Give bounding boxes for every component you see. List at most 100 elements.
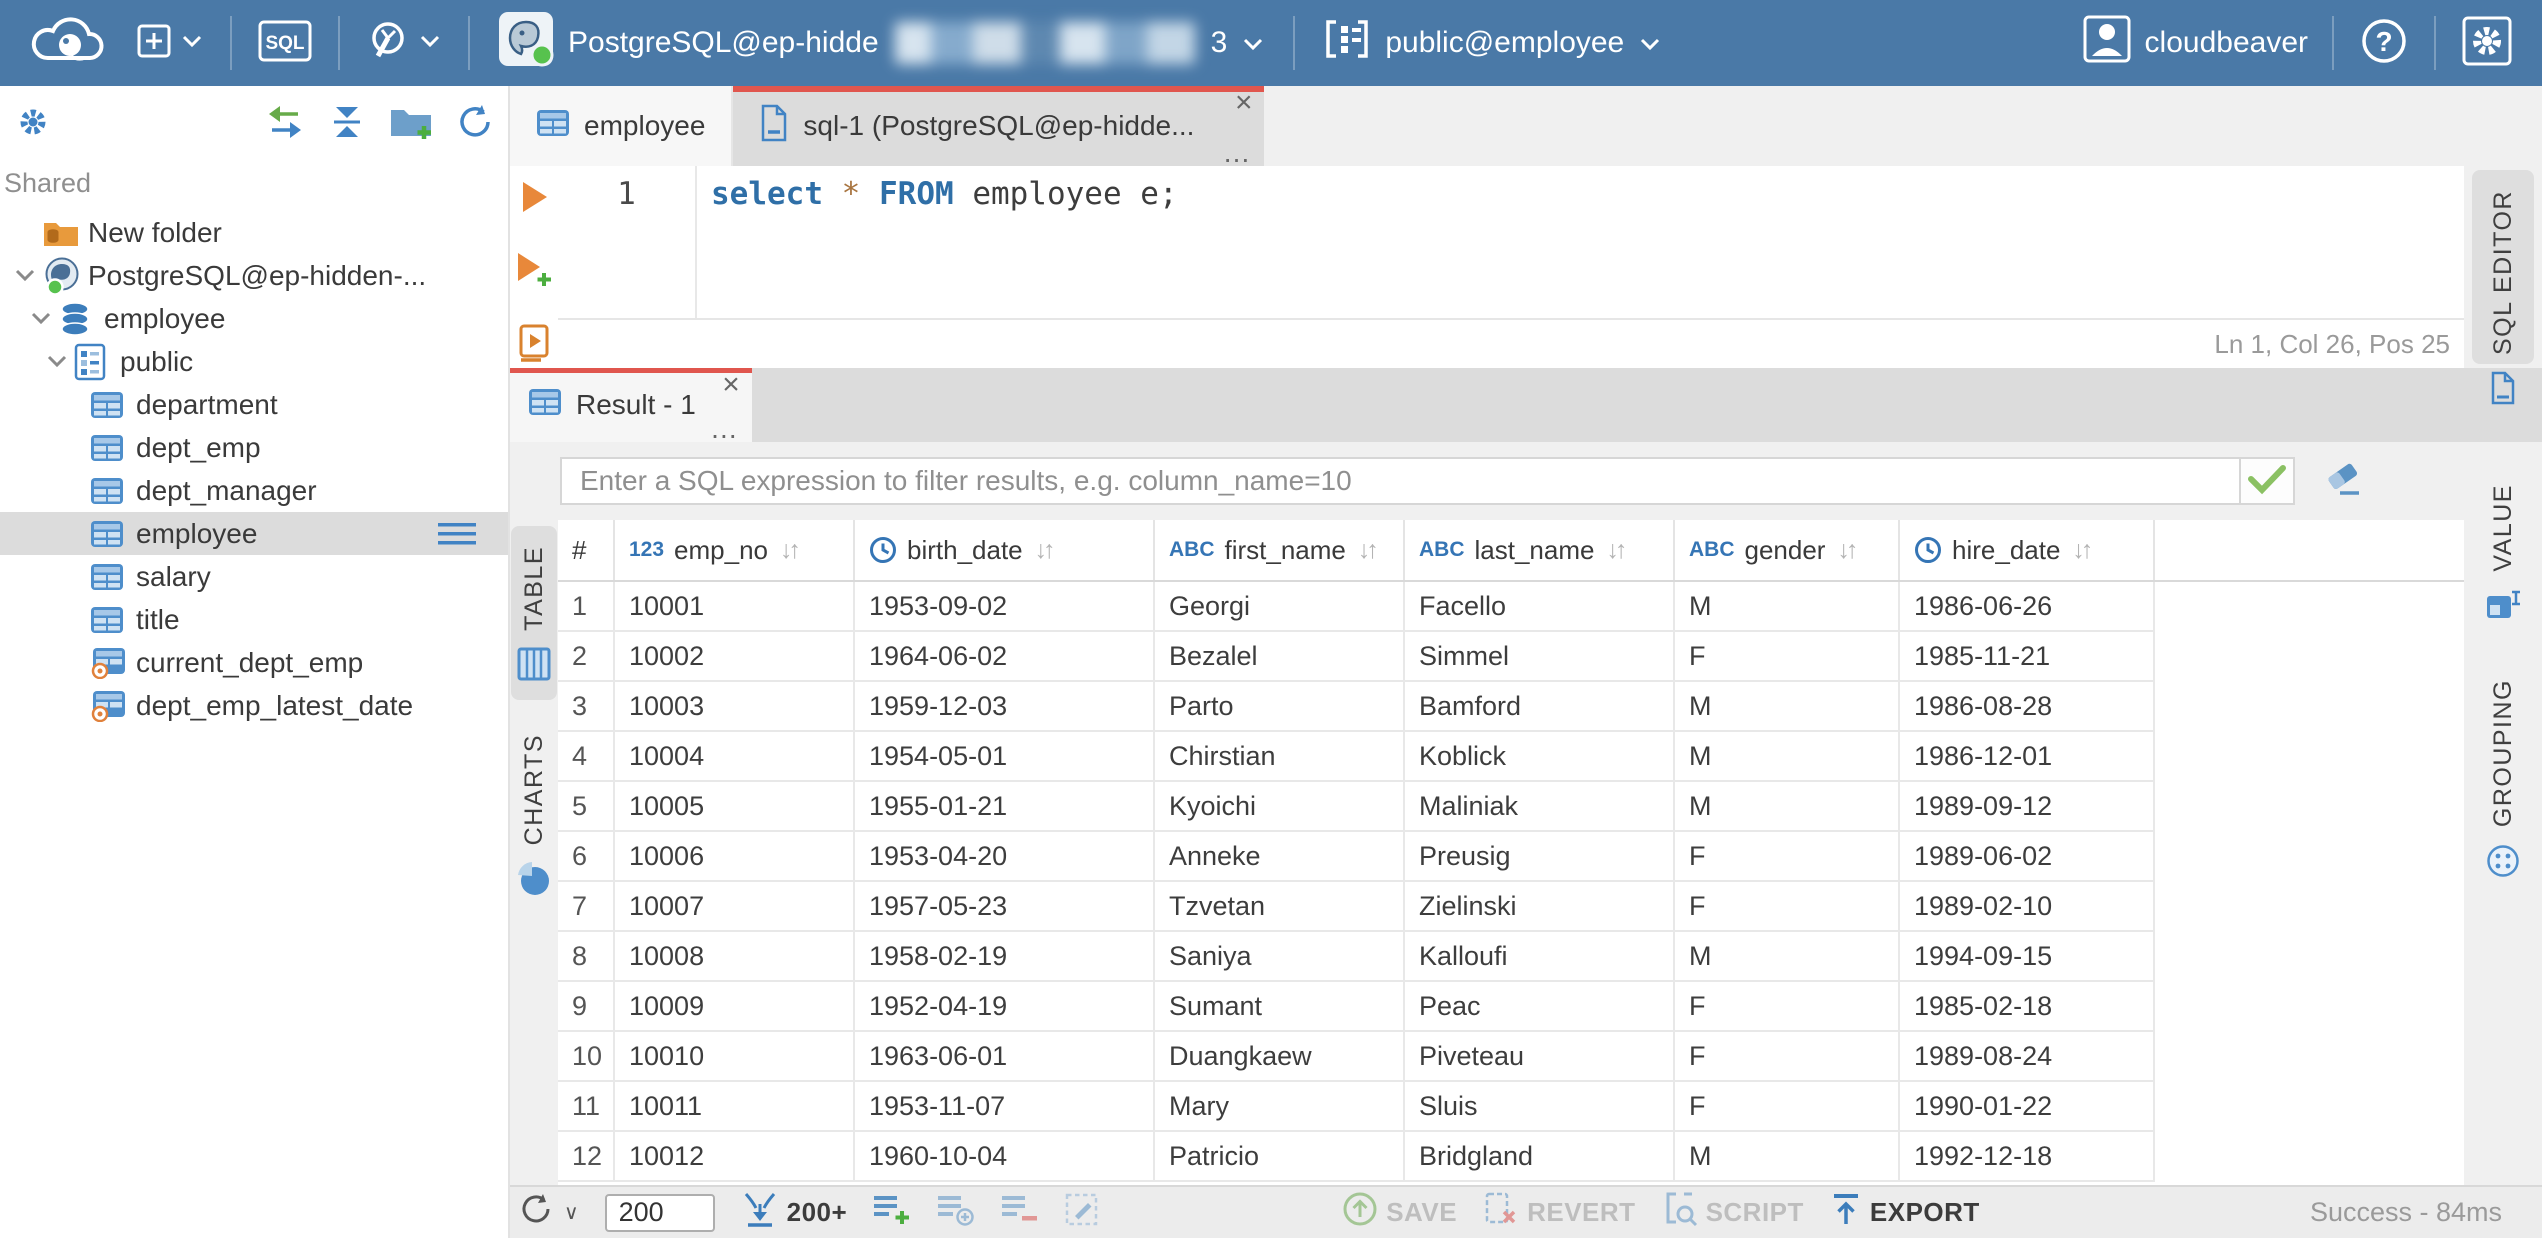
data-cell-birth_date[interactable]: 1955-01-21 xyxy=(855,782,1155,832)
tree-item-public[interactable]: public xyxy=(0,340,508,383)
data-cell-first_name[interactable]: Mary xyxy=(1155,1082,1405,1132)
save-button[interactable]: SAVE xyxy=(1342,1191,1457,1234)
data-cell-first_name[interactable]: Parto xyxy=(1155,682,1405,732)
data-cell-emp_no[interactable]: 10007 xyxy=(615,882,855,932)
tab-employee[interactable]: employee xyxy=(510,86,734,166)
edit-mode-button[interactable] xyxy=(1065,1192,1101,1233)
tab-options-icon[interactable]: … xyxy=(1222,139,1252,167)
new-connection-button[interactable] xyxy=(120,0,220,86)
column-header-emp_no[interactable]: 123 emp_no ↓↑ xyxy=(615,520,855,580)
tree-item-employee[interactable]: employee xyxy=(0,512,508,555)
schema-selector[interactable]: public@employee xyxy=(1305,0,1680,86)
chevron-down-icon[interactable] xyxy=(24,311,58,327)
data-cell-gender[interactable]: F xyxy=(1675,832,1900,882)
data-cell-emp_no[interactable]: 10002 xyxy=(615,632,855,682)
sort-arrows-icon[interactable]: ↓↑ xyxy=(1358,536,1379,565)
data-cell-last_name[interactable]: Peac xyxy=(1405,982,1675,1032)
tree-item-employee[interactable]: employee xyxy=(0,297,508,340)
refresh-tree-button[interactable] xyxy=(456,103,494,146)
data-cell-last_name[interactable]: Bamford xyxy=(1405,682,1675,732)
data-cell-hire_date[interactable]: 1986-12-01 xyxy=(1900,732,2155,782)
data-cell-first_name[interactable]: Patricio xyxy=(1155,1132,1405,1182)
chevron-down-icon[interactable] xyxy=(40,354,74,370)
data-cell-first_name[interactable]: Kyoichi xyxy=(1155,782,1405,832)
column-header-hire_date[interactable]: hire_date ↓↑ xyxy=(1900,520,2155,580)
tab-charts-view[interactable]: CHARTS xyxy=(511,714,557,916)
chevron-down-icon[interactable] xyxy=(8,268,42,284)
data-cell-emp_no[interactable]: 10006 xyxy=(615,832,855,882)
connection-selector[interactable]: PostgreSQL@ep-hidde 3 xyxy=(480,0,1283,86)
script-button[interactable]: SCRIPT xyxy=(1662,1190,1804,1235)
data-cell-gender[interactable]: F xyxy=(1675,1082,1900,1132)
tab-value-panel[interactable]: VALUE xyxy=(2472,464,2534,641)
data-cell-emp_no[interactable]: 10011 xyxy=(615,1082,855,1132)
column-header-gender[interactable]: ABC gender ↓↑ xyxy=(1675,520,1900,580)
data-cell-birth_date[interactable]: 1964-06-02 xyxy=(855,632,1155,682)
data-cell-hire_date[interactable]: 1992-12-18 xyxy=(1900,1132,2155,1182)
refresh-results-button[interactable]: ∨ xyxy=(518,1193,579,1232)
data-cell-birth_date[interactable]: 1952-04-19 xyxy=(855,982,1155,1032)
sort-arrows-icon[interactable]: ↓↑ xyxy=(2072,536,2093,565)
data-cell-hire_date[interactable]: 1989-06-02 xyxy=(1900,832,2155,882)
data-cell-gender[interactable]: M xyxy=(1675,932,1900,982)
sort-arrows-icon[interactable]: ↓↑ xyxy=(1837,536,1858,565)
data-cell-birth_date[interactable]: 1953-04-20 xyxy=(855,832,1155,882)
data-cell-hire_date[interactable]: 1986-06-26 xyxy=(1900,582,2155,632)
data-cell-gender[interactable]: M xyxy=(1675,682,1900,732)
data-cell-hire_date[interactable]: 1989-08-24 xyxy=(1900,1032,2155,1082)
tab-sql-1[interactable]: sql-1 (PostgreSQL@ep-hidde... × … xyxy=(733,86,1265,167)
execute-script-button[interactable] xyxy=(517,324,551,367)
data-cell-emp_no[interactable]: 10010 xyxy=(615,1032,855,1082)
data-cell-gender[interactable]: F xyxy=(1675,632,1900,682)
sort-arrows-icon[interactable]: ↓↑ xyxy=(780,536,801,565)
data-cell-first_name[interactable]: Tzvetan xyxy=(1155,882,1405,932)
data-cell-first_name[interactable]: Saniya xyxy=(1155,932,1405,982)
driver-tools-button[interactable] xyxy=(350,0,458,86)
data-cell-last_name[interactable]: Facello xyxy=(1405,582,1675,632)
execute-query-button[interactable] xyxy=(519,180,549,219)
data-cell-birth_date[interactable]: 1959-12-03 xyxy=(855,682,1155,732)
data-cell-first_name[interactable]: Bezalel xyxy=(1155,632,1405,682)
item-menu-icon[interactable] xyxy=(438,521,476,554)
sql-statement[interactable]: select * FROM employee e; xyxy=(711,176,2542,212)
data-cell-last_name[interactable]: Zielinski xyxy=(1405,882,1675,932)
data-cell-last_name[interactable]: Simmel xyxy=(1405,632,1675,682)
data-cell-first_name[interactable]: Georgi xyxy=(1155,582,1405,632)
data-cell-emp_no[interactable]: 10004 xyxy=(615,732,855,782)
clear-filter-button[interactable] xyxy=(2323,461,2363,502)
data-cell-gender[interactable]: M xyxy=(1675,732,1900,782)
column-header-first_name[interactable]: ABC first_name ↓↑ xyxy=(1155,520,1405,580)
apply-filter-button[interactable] xyxy=(2239,459,2293,503)
tree-item-dept-emp[interactable]: dept_emp xyxy=(0,426,508,469)
data-cell-last_name[interactable]: Kalloufi xyxy=(1405,932,1675,982)
tab-sql-editor-panel[interactable]: SQL EDITOR xyxy=(2472,170,2534,405)
column-header-birth_date[interactable]: birth_date ↓↑ xyxy=(855,520,1155,580)
link-editor-button[interactable] xyxy=(264,104,306,145)
data-cell-gender[interactable]: M xyxy=(1675,1132,1900,1182)
close-icon[interactable]: × xyxy=(722,370,740,400)
filter-input[interactable] xyxy=(562,459,2239,503)
data-cell-gender[interactable]: F xyxy=(1675,982,1900,1032)
data-cell-last_name[interactable]: Piveteau xyxy=(1405,1032,1675,1082)
tree-item-postgresql-ep-hidden-[interactable]: PostgreSQL@ep-hidden-... xyxy=(0,254,508,297)
sql-editor-button[interactable]: SQL xyxy=(242,0,328,86)
data-cell-last_name[interactable]: Maliniak xyxy=(1405,782,1675,832)
data-cell-emp_no[interactable]: 10012 xyxy=(615,1132,855,1182)
data-cell-emp_no[interactable]: 10005 xyxy=(615,782,855,832)
tab-grouping-panel[interactable]: GROUPING xyxy=(2472,659,2534,898)
tree-item-current-dept-emp[interactable]: current_dept_emp xyxy=(0,641,508,684)
data-cell-emp_no[interactable]: 10009 xyxy=(615,982,855,1032)
data-cell-hire_date[interactable]: 1985-02-18 xyxy=(1900,982,2155,1032)
data-cell-gender[interactable]: F xyxy=(1675,882,1900,932)
data-cell-birth_date[interactable]: 1953-11-07 xyxy=(855,1082,1155,1132)
add-row-button[interactable] xyxy=(873,1192,911,1233)
data-cell-first_name[interactable]: Anneke xyxy=(1155,832,1405,882)
execute-new-tab-button[interactable] xyxy=(514,251,554,292)
data-cell-emp_no[interactable]: 10003 xyxy=(615,682,855,732)
tab-table-view[interactable]: TABLE xyxy=(511,526,557,700)
close-icon[interactable]: × xyxy=(1235,88,1253,118)
code-editor[interactable]: select * FROM employee e; xyxy=(697,166,2542,318)
revert-button[interactable]: REVERT xyxy=(1483,1191,1635,1234)
data-cell-birth_date[interactable]: 1953-09-02 xyxy=(855,582,1155,632)
new-folder-button[interactable] xyxy=(388,102,434,147)
